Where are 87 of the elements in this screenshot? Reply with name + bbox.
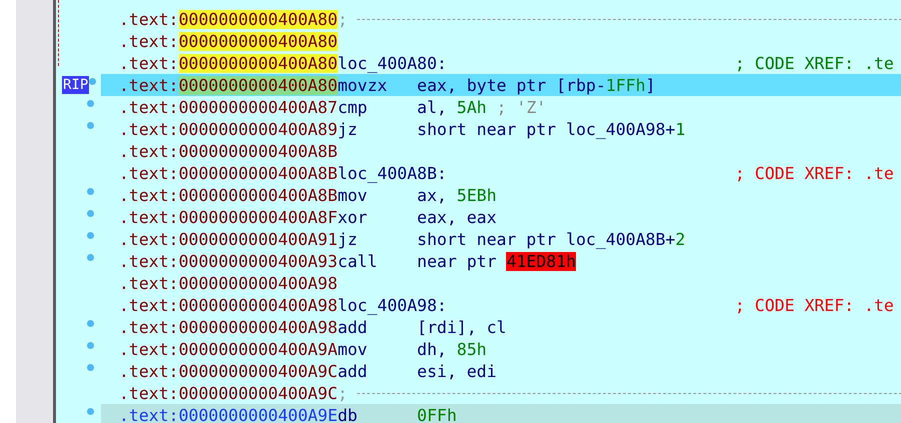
- operand-text: short near ptr loc_400A98+1: [417, 120, 686, 138]
- mnemonic-text: call: [338, 252, 378, 270]
- listing-row[interactable]: .text:0000000000400A80loc_400A80: ; CODE XREF: .te: [62, 52, 901, 74]
- listing-row[interactable]: .text:0000000000400A8Bmov ax, 5EBh: [62, 184, 901, 206]
- address-text: 0000000000400A80: [178, 54, 338, 72]
- operand-text: 0FFh: [417, 406, 457, 423]
- segment-prefix: .text:: [119, 362, 179, 380]
- address-text: 0000000000400A98: [178, 274, 338, 292]
- operand-text: dh, 85h: [417, 340, 487, 358]
- segment-prefix: .text:: [119, 98, 179, 116]
- address-text: 0000000000400A98: [178, 318, 338, 336]
- listing-row[interactable]: .text:0000000000400A8Bloc_400A8B: ; CODE XREF: .te: [62, 162, 901, 184]
- instruction-pointer-badge: RIP: [62, 76, 90, 94]
- segment-prefix: .text:: [119, 406, 179, 423]
- segment-prefix: .text:: [119, 384, 179, 402]
- address-text: 0000000000400A8F: [178, 208, 338, 226]
- address-text: 0000000000400A93: [178, 252, 338, 270]
- listing-row[interactable]: .text:0000000000400A98: [62, 272, 901, 294]
- mnemonic-text: mov: [338, 340, 368, 358]
- listing-row[interactable]: .text:0000000000400A9Cadd esi, edi: [62, 360, 901, 382]
- mnemonic-text: xor: [338, 208, 368, 226]
- address-text: 0000000000400A89: [178, 120, 338, 138]
- operand-text: ax, 5EBh: [417, 186, 497, 204]
- operand-text: near ptr 41ED81h: [417, 252, 576, 270]
- segment-prefix: .text:: [119, 142, 179, 160]
- segment-prefix: .text:: [119, 164, 179, 182]
- segment-prefix: .text:: [119, 230, 179, 248]
- mnemonic-text: add: [338, 362, 368, 380]
- label-text: loc_400A8B:: [338, 164, 448, 182]
- operand-text: eax, eax: [417, 208, 497, 226]
- xref-comment: ; CODE XREF: .te: [734, 54, 894, 72]
- address-text: 0000000000400A80: [178, 10, 338, 28]
- operand-text: al, 5Ah ; 'Z': [417, 98, 546, 116]
- address-text: 0000000000400A9A: [178, 340, 338, 358]
- listing-row[interactable]: .text:0000000000400A89jz short near ptr loc_400A98+1: [62, 118, 901, 140]
- segment-prefix: .text:: [119, 120, 179, 138]
- separator-semicolon: ;: [338, 10, 348, 28]
- address-text: 0000000000400A80: [178, 32, 338, 50]
- operand-text: eax, byte ptr [rbp-1FFh]: [417, 76, 656, 94]
- segment-prefix: .text:: [119, 340, 179, 358]
- address-text: 0000000000400A9C: [178, 384, 338, 402]
- address-text: 0000000000400A87: [178, 98, 338, 116]
- segment-prefix: .text:: [119, 208, 179, 226]
- operand-text: esi, edi: [417, 362, 497, 380]
- listing-row[interactable]: .text:0000000000400A87cmp al, 5Ah ; 'Z': [62, 96, 901, 118]
- address-text: 0000000000400A9E: [178, 406, 338, 423]
- address-text: 0000000000400A8B: [178, 164, 338, 182]
- address-text: 0000000000400A8B: [178, 142, 338, 160]
- operand-text: [rdi], cl: [417, 318, 506, 336]
- segment-prefix: .text:: [119, 186, 179, 204]
- address-text: 0000000000400A9C: [178, 362, 338, 380]
- segment-prefix: .text:: [119, 32, 179, 50]
- xref-comment: ; CODE XREF: .te: [734, 164, 894, 182]
- listing-row[interactable]: .text:0000000000400A80;: [62, 8, 901, 30]
- segment-prefix: .text:: [119, 10, 179, 28]
- mnemonic-text: jz: [338, 230, 358, 248]
- segment-prefix: .text:: [119, 54, 179, 72]
- address-text: 0000000000400A91: [178, 230, 338, 248]
- segment-prefix: .text:: [119, 252, 179, 270]
- mnemonic-text: db: [338, 406, 358, 423]
- listing-row[interactable]: .text:0000000000400A91jz short near ptr loc_400A8B+2: [62, 228, 901, 250]
- listing-row[interactable]: .text:0000000000400A93call near ptr 41ED81h: [62, 250, 901, 272]
- address-text: 0000000000400A98: [178, 296, 338, 314]
- segment-prefix: .text:: [119, 318, 179, 336]
- listing-row[interactable]: .text:0000000000400A8B: [62, 140, 901, 162]
- label-text: loc_400A98:: [338, 296, 448, 314]
- operand-text: short near ptr loc_400A8B+2: [417, 230, 686, 248]
- listing-row[interactable]: .text:0000000000400A98add [rdi], cl: [62, 316, 901, 338]
- xref-comment: ; CODE XREF: .te: [734, 296, 894, 314]
- mnemonic-text: mov: [338, 186, 368, 204]
- address-text: 0000000000400A8B: [178, 186, 338, 204]
- label-text: loc_400A80:: [338, 54, 448, 72]
- mnemonic-text: add: [338, 318, 368, 336]
- listing-row[interactable]: .text:0000000000400A9Amov dh, 85h: [62, 338, 901, 360]
- listing-row[interactable]: .text:0000000000400A98loc_400A98: ; CODE XREF: .te: [62, 294, 901, 316]
- segment-prefix: .text:: [119, 76, 179, 94]
- listing-row[interactable]: .text:0000000000400A8Fxor eax, eax: [62, 206, 901, 228]
- mnemonic-text: jz: [338, 120, 358, 138]
- listing-row[interactable]: .text:0000000000400A9C;: [62, 382, 901, 404]
- address-text: 0000000000400A80: [178, 76, 338, 94]
- listing-row[interactable]: .text:0000000000400A80: [62, 30, 901, 52]
- mnemonic-text: movzx: [338, 76, 388, 94]
- separator-semicolon: ;: [338, 384, 348, 402]
- segment-prefix: .text:: [119, 296, 179, 314]
- segment-prefix: .text:: [119, 274, 179, 292]
- listing-row[interactable]: RIP .text:0000000000400A80movzx eax, byte ptr [rbp-1FFh]: [62, 74, 901, 96]
- mnemonic-text: cmp: [338, 98, 368, 116]
